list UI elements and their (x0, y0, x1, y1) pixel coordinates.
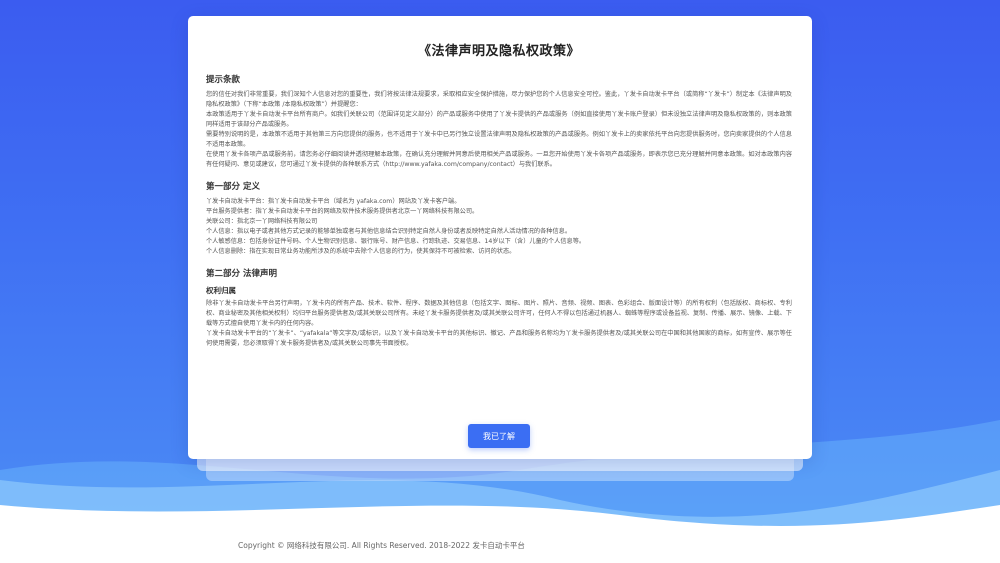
policy-content[interactable]: 提示条款 您的信任对我们非常重要，我们深知个人信息对您的重要性，我们将按法律法规… (206, 73, 792, 428)
intro-paragraph: 需要特别说明的是，本政策不适用于其他第三方向您提供的服务，也不适用于丫发卡中已另… (206, 131, 792, 148)
definition-item: 个人敏感信息：包括身份证件号码、个人生物识别信息、银行账号、财产信息、行踪轨迹、… (206, 238, 586, 245)
definition-item: 关联公司：指北京一丫网络科技有限公司 (206, 218, 318, 225)
part2-heading: 第二部分 法律声明 (206, 269, 277, 279)
rights-paragraph: 除非丫发卡自动发卡平台另行声明，丫发卡内的所有产品、技术、软件、程序、数据及其他… (206, 300, 792, 327)
intro-paragraph: 您的信任对我们非常重要，我们深知个人信息对您的重要性，我们将按法律法规要求，采取… (206, 91, 792, 108)
intro-heading: 提示条款 (206, 75, 241, 85)
page-title: 《法律声明及隐私权政策》 (417, 44, 580, 59)
definition-item: 个人信息：指以电子或者其他方式记录的能够单独或者与其他信息结合识别特定自然人身份… (206, 228, 572, 235)
footer-copyright: Copyright © 网络科技有限公司. All Rights Reserve… (238, 541, 525, 550)
acknowledge-button[interactable]: 我已了解 (468, 424, 530, 448)
part1-heading: 第一部分 定义 (206, 182, 260, 192)
definition-item: 丫发卡自动发卡平台：指丫发卡自动发卡平台（域名为 yafaka.com）网站及丫… (206, 198, 461, 205)
policy-card: 《法律声明及隐私权政策》 提示条款 您的信任对我们非常重要，我们深知个人信息对您… (188, 16, 812, 459)
definition-item: 个人信息删除：指在实现日常业务功能所涉及的系统中去除个人信息的行为，使其保持不可… (206, 248, 516, 255)
definition-item: 平台服务提供者：指丫发卡自动发卡平台的网络及软件技术服务提供者北京一丫网络科技有… (206, 208, 479, 215)
rights-paragraph: 丫发卡自动发卡平台的“丫发卡”、“yafakala”等文字及/或标识，以及丫发卡… (206, 330, 792, 347)
intro-paragraph: 本政策适用于丫发卡自动发卡平台所有商户。如我们关联公司（范围详见定义部分）的产品… (206, 111, 792, 128)
intro-paragraph: 在使用丫发卡各项产品或服务前，请您务必仔细阅读并透彻理解本政策，在确认充分理解并… (206, 151, 792, 168)
rights-subheading: 权利归属 (206, 286, 236, 295)
